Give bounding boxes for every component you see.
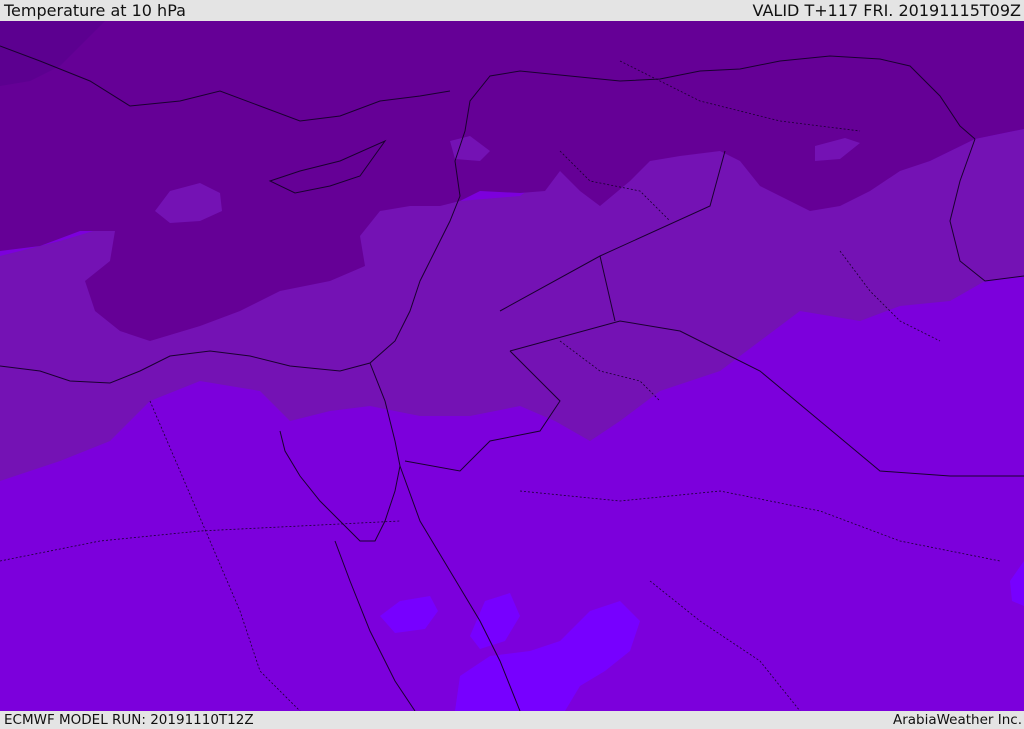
map-footer: ECMWF MODEL RUN: 20191110T12Z ArabiaWeat…: [0, 711, 1024, 729]
temperature-map[interactable]: [0, 21, 1024, 711]
map-header: Temperature at 10 hPa VALID T+117 FRI. 2…: [0, 0, 1024, 21]
model-run: ECMWF MODEL RUN: 20191110T12Z: [4, 712, 254, 728]
map-title: Temperature at 10 hPa: [4, 1, 186, 20]
valid-time: VALID T+117 FRI. 20191115T09Z: [752, 1, 1021, 20]
credit: ArabiaWeather Inc.: [892, 712, 1022, 728]
